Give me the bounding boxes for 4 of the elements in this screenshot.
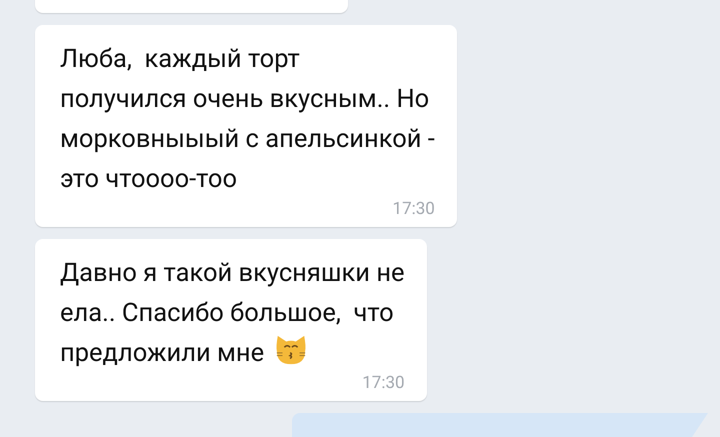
message-text: Давно я такой вкусняшки не ела.. Спасибо большое, что предложили мне bbox=[60, 257, 405, 370]
message-time: 17:30 bbox=[362, 373, 405, 393]
message-time: 17:30 bbox=[392, 199, 435, 219]
message-text: Люба, каждый торт получился очень вкусным.. Но морковныыый с апельсинкой - это чтоооо-тоо bbox=[60, 43, 435, 196]
